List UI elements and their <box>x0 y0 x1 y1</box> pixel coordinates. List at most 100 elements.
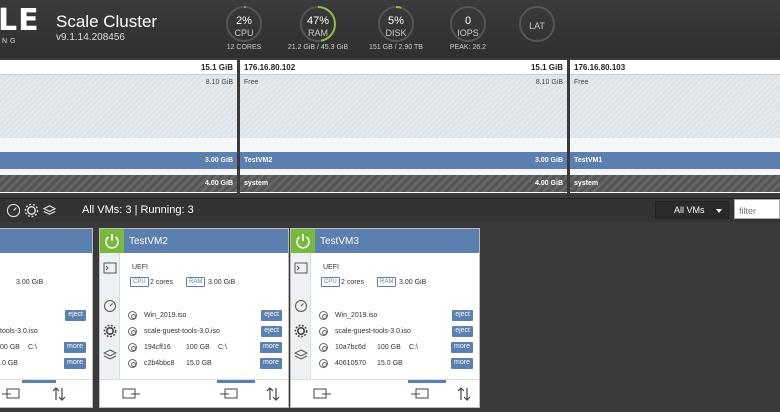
ram-tag: RAM <box>186 277 206 287</box>
disk-id: 194cff16 <box>144 344 171 351</box>
power-button[interactable] <box>291 229 315 253</box>
node-vm-block[interactable]: TestVM1 <box>570 152 780 169</box>
vm-card-sidebar <box>291 253 311 379</box>
move-icon[interactable] <box>50 386 68 402</box>
eject-button[interactable]: eject <box>261 326 282 337</box>
eject-button[interactable]: eject <box>261 310 282 321</box>
vm-iso-row: scale-guest-tools-3.0.iso eject <box>126 326 282 338</box>
more-button[interactable]: more <box>451 342 473 353</box>
vm-boot-row: UEFI <box>317 262 473 274</box>
node-memory-column[interactable]: 176.16.80.103 Free TestVM1 system <box>570 60 780 193</box>
gauge-icon[interactable] <box>6 203 21 218</box>
vm-card[interactable]: TestVM2 UEFI CPU 2 cores RAM 3.00 GiB Wi… <box>99 228 289 408</box>
ram-percent: 47% <box>306 15 330 27</box>
cpu-percent: 2% <box>236 15 252 27</box>
logo-mark: LE <box>0 3 40 38</box>
vm-card[interactable]: TestVM3 UEFI CPU 2 cores RAM 3.00 GiB Wi… <box>290 228 480 408</box>
vm-card-footer <box>100 379 288 407</box>
lat-gauge[interactable]: LAT <box>514 4 560 42</box>
eject-button[interactable]: eject <box>452 326 473 337</box>
vm-resources-row: CPU 2 cores RAM 3.00 GiB <box>317 277 473 289</box>
vm-card-header: TestVM3 <box>291 229 479 253</box>
eject-button[interactable]: eject <box>452 310 473 321</box>
power-icon <box>296 234 310 249</box>
gear-icon[interactable] <box>103 324 117 338</box>
node-header: 15.1 GiB <box>0 60 237 75</box>
disk-size: 00 GB <box>0 344 20 351</box>
node-header: 176.16.80.103 <box>570 60 780 75</box>
layers-icon[interactable] <box>42 203 57 218</box>
node-vm-block[interactable]: 3.00 GiB <box>0 152 237 169</box>
node-vm-block[interactable]: TestVM2 3.00 GiB <box>240 152 567 169</box>
more-button[interactable]: more <box>64 358 86 369</box>
vm-boot-type: UEFI <box>132 264 148 271</box>
export-icon[interactable] <box>122 386 140 402</box>
vm-resources-row: CPU 2 cores RAM 3.00 GiB <box>126 277 282 289</box>
power-button[interactable] <box>100 229 124 253</box>
ram-subtext: 21.2 GiB / 45.3 GiB <box>287 44 349 51</box>
system-memory: 4.00 GiB <box>204 180 233 187</box>
layers-icon[interactable] <box>103 348 117 362</box>
gauge-icon[interactable] <box>294 299 308 313</box>
disk-size: .0 GB <box>0 360 18 367</box>
import-icon[interactable] <box>2 386 20 402</box>
vm-toolbar: All VMs: 3 | Running: 3 All VMs <box>0 198 780 222</box>
node-memory-column[interactable]: 176.16.80.102 15.1 GiB Free 8.10 GiB Tes… <box>240 60 567 193</box>
disk-label: DISK <box>385 28 407 38</box>
more-button[interactable]: more <box>64 342 86 353</box>
vm-activity-bar <box>408 380 446 383</box>
chevron-down-icon <box>716 209 722 213</box>
system-label: system <box>574 180 599 187</box>
more-button[interactable]: more <box>451 358 473 369</box>
iops-gauge[interactable]: 0 IOPS <box>445 4 491 42</box>
more-button[interactable]: more <box>260 358 282 369</box>
vm-card-body: 3.00 GiB eject tools-3.0.iso 00 GB C:\ m… <box>0 253 86 379</box>
vm-memory-row: 3.00 GiB <box>0 277 86 289</box>
ram-tag: RAM <box>377 277 397 287</box>
move-icon[interactable] <box>264 386 282 402</box>
cpu-tag: CPU <box>130 277 149 287</box>
vm-name[interactable]: TestVM3 <box>320 236 359 247</box>
free-memory: 8.10 GiB <box>205 79 233 86</box>
vm-count-summary: All VMs: 3 | Running: 3 <box>82 204 194 216</box>
import-icon[interactable] <box>220 386 238 402</box>
more-button[interactable]: more <box>260 342 282 353</box>
vm-iso-row: tools-3.0.iso <box>0 326 86 338</box>
vm-iso-name: scale-guest-tools-3.0.iso <box>144 328 220 335</box>
disk-path: C:\ <box>28 344 37 351</box>
iops-label: IOPS <box>457 28 479 38</box>
filter-input[interactable] <box>734 199 780 219</box>
gear-icon[interactable] <box>24 203 39 218</box>
gauge-icon[interactable] <box>103 299 117 313</box>
logo-subtext: NG <box>2 38 19 45</box>
node-memory-column[interactable]: 15.1 GiB 8.10 GiB 3.00 GiB 4.00 GiB <box>0 60 237 193</box>
vm-filter-select[interactable]: All VMs <box>655 201 729 219</box>
vm-disk-row: 10a7bc6d 100 GB C:\ more <box>317 342 473 354</box>
console-icon[interactable] <box>294 261 308 275</box>
disk-path: C:\ <box>218 344 227 351</box>
disk-gauge[interactable]: 5% DISK <box>373 4 419 42</box>
export-icon[interactable] <box>313 386 331 402</box>
eject-button[interactable]: eject <box>65 310 86 321</box>
disk-icon <box>128 359 137 368</box>
import-icon[interactable] <box>411 386 429 402</box>
vm-name[interactable]: TestVM2 <box>129 236 168 247</box>
gear-icon[interactable] <box>294 324 308 338</box>
ram-gauge[interactable]: 47% RAM <box>295 4 341 42</box>
vm-disk-row: 194cff16 100 GB C:\ more <box>126 342 282 354</box>
move-icon[interactable] <box>455 386 473 402</box>
logo: LE NG <box>0 3 39 51</box>
disk-size: 15.0 GB <box>377 360 403 367</box>
vm-iso-row: scale-guest-tools-3.0.iso eject <box>317 326 473 338</box>
layers-icon[interactable] <box>294 348 308 362</box>
vm-disk-row: c2b4bbc8 15.0 GB more <box>126 358 282 370</box>
vm-card-body: UEFI CPU 2 cores RAM 3.00 GiB Win_2019.i… <box>317 253 473 379</box>
console-icon[interactable] <box>103 261 117 275</box>
ram-label: RAM <box>308 28 328 38</box>
vm-boot-type: UEFI <box>323 264 339 271</box>
cluster-version: v9.1.14.208456 <box>56 32 125 43</box>
vm-memory: 3.00 GiB <box>208 279 236 286</box>
vm-card-partial[interactable]: 3.00 GiB eject tools-3.0.iso 00 GB C:\ m… <box>0 228 93 408</box>
cpu-gauge[interactable]: 2% CPU <box>221 4 267 42</box>
vm-memory: 3.00 GiB <box>399 279 427 286</box>
